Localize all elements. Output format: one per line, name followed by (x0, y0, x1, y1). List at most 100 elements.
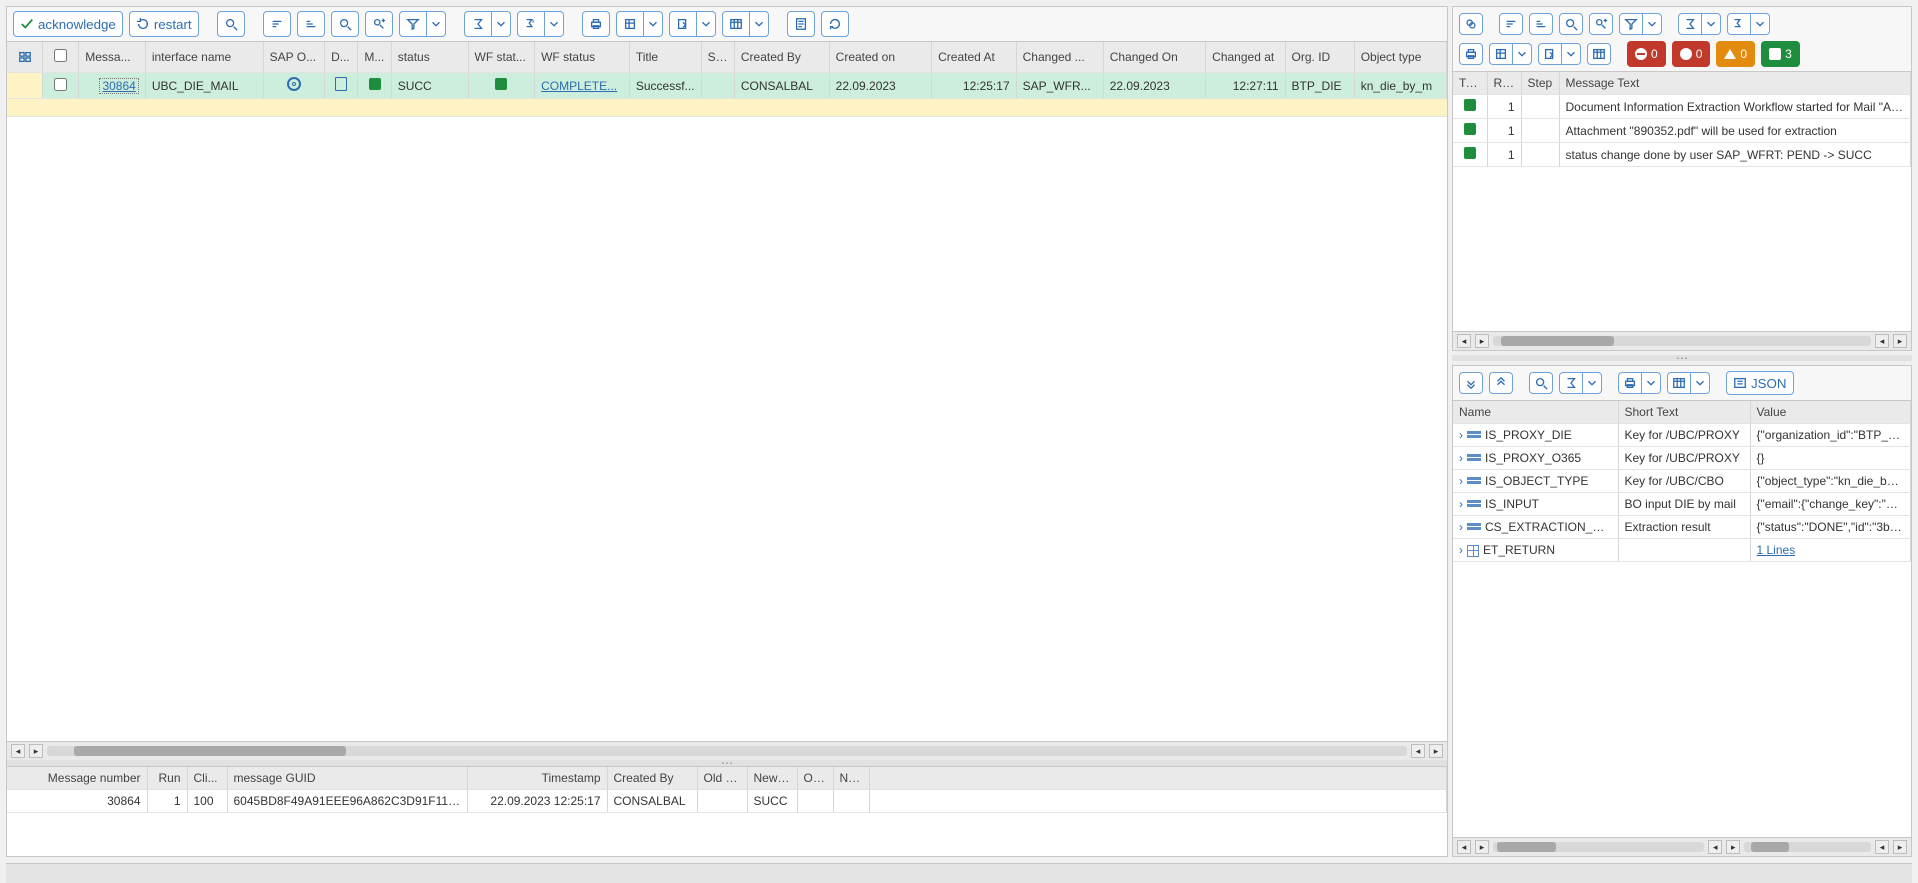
col-sap-obj[interactable]: SAP O... (263, 42, 324, 73)
col-run-newst[interactable]: New st... (747, 767, 797, 790)
col-run-ts[interactable]: Timestamp (467, 767, 607, 790)
payload-row[interactable]: ›IS_PROXY_DIEKey for /UBC/PROXY{"organiz… (1453, 424, 1911, 447)
message-row[interactable]: 30864 UBC_DIE_MAIL SUCC COMPLETE... Succ… (7, 73, 1447, 99)
log-col-type[interactable]: Ty... (1453, 72, 1487, 95)
log-filter-dropdown[interactable] (1619, 11, 1662, 37)
payload-hscroll[interactable]: ◂▸ ◂▸ ◂▸ (1453, 837, 1911, 856)
payload-row[interactable]: ›IS_PROXY_O365Key for /UBC/PROXY{} (1453, 447, 1911, 470)
payload-find[interactable] (1529, 372, 1553, 394)
acknowledge-button[interactable]: acknowledge (13, 11, 123, 37)
payload-col-value[interactable]: Value (1750, 401, 1911, 424)
log-export2-dropdown[interactable] (1538, 41, 1581, 67)
payload-sum-dropdown[interactable] (1559, 370, 1602, 396)
col-status[interactable]: status (391, 42, 468, 73)
log-find-next[interactable] (1589, 13, 1613, 35)
right-splitter[interactable] (1452, 355, 1912, 361)
log-print[interactable] (1459, 43, 1483, 65)
col-interface[interactable]: interface name (145, 42, 263, 73)
col-message-no[interactable]: Messa... (79, 42, 146, 73)
detail-button[interactable] (787, 11, 815, 37)
payload-col-short[interactable]: Short Text (1618, 401, 1750, 424)
payload-layout-dropdown[interactable] (1667, 370, 1710, 396)
log-sort-desc[interactable] (1529, 13, 1553, 35)
log-hscroll[interactable]: ◂▸ ◂▸ (1453, 331, 1911, 350)
col-created-at[interactable]: Created At (932, 42, 1017, 73)
log-sum-dropdown[interactable] (1678, 11, 1721, 37)
payload-row[interactable]: ›IS_OBJECT_TYPEKey for /UBC/CBO{"object_… (1453, 470, 1911, 493)
col-run-guid[interactable]: message GUID (227, 767, 467, 790)
col-st[interactable]: St... (701, 42, 734, 73)
wf-status-link[interactable]: COMPLETE... (541, 79, 617, 93)
log-row[interactable]: 1Document Information Extraction Workflo… (1453, 95, 1911, 119)
badge-abort[interactable]: 0 (1627, 41, 1666, 67)
log-col-text[interactable]: Message Text (1559, 72, 1911, 95)
col-wf-stat[interactable]: WF stat... (468, 42, 535, 73)
expand-icon[interactable]: › (1459, 451, 1463, 465)
log-sort-asc[interactable] (1499, 13, 1523, 35)
collapse-all-button[interactable] (1489, 372, 1513, 394)
col-run-msgno[interactable]: Message number (7, 767, 147, 790)
log-col-run[interactable]: Run (1487, 72, 1521, 95)
expand-icon[interactable]: › (1459, 474, 1463, 488)
refresh-button[interactable] (821, 11, 849, 37)
payload-value-link[interactable]: 1 Lines (1757, 543, 1796, 557)
export2-dropdown[interactable] (669, 11, 716, 37)
log-find[interactable] (1559, 13, 1583, 35)
payload-row[interactable]: ›CS_EXTRACTION_RESUExtraction result{"st… (1453, 516, 1911, 539)
col-run-client[interactable]: Cli... (187, 767, 227, 790)
sort-desc-button[interactable] (297, 11, 325, 37)
expand-icon[interactable]: › (1459, 497, 1463, 511)
search-button[interactable] (217, 11, 245, 37)
col-org-id[interactable]: Org. ID (1285, 42, 1354, 73)
badge-warning[interactable]: 0 (1716, 41, 1755, 67)
col-run-oldst[interactable]: Old st... (697, 767, 747, 790)
print-button[interactable] (582, 11, 610, 37)
expand-icon[interactable]: › (1459, 428, 1463, 442)
col-m[interactable]: M... (358, 42, 391, 73)
log-detail-button[interactable] (1459, 13, 1483, 35)
expand-icon[interactable]: › (1459, 543, 1463, 557)
run-row[interactable]: 30864 1 100 6045BD8F49A91EEE96A862C3D91F… (7, 790, 1447, 813)
left-splitter[interactable] (7, 760, 1447, 766)
find-next-button[interactable] (365, 11, 393, 37)
log-layout[interactable] (1587, 43, 1611, 65)
payload-print-dropdown[interactable] (1618, 370, 1661, 396)
expand-all-button[interactable] (1459, 372, 1483, 394)
badge-error[interactable]: 0 (1672, 41, 1711, 67)
col-object-type[interactable]: Object type (1354, 42, 1446, 73)
col-run-createdby[interactable]: Created By (607, 767, 697, 790)
col-created-by[interactable]: Created By (734, 42, 829, 73)
subtotal-dropdown[interactable]: x (517, 11, 564, 37)
expand-icon[interactable]: › (1459, 520, 1463, 534)
col-created-on[interactable]: Created on (829, 42, 931, 73)
col-changed-on[interactable]: Changed On (1103, 42, 1205, 73)
col-run-ne[interactable]: Ne... (833, 767, 869, 790)
find-button[interactable] (331, 11, 359, 37)
payload-row[interactable]: ›IS_INPUTBO input DIE by mail{"email":{"… (1453, 493, 1911, 516)
col-run-old[interactable]: Old... (797, 767, 833, 790)
log-row[interactable]: 1Attachment "890352.pdf" will be used fo… (1453, 119, 1911, 143)
row-select-checkbox[interactable] (54, 78, 67, 91)
layout-dropdown[interactable] (722, 11, 769, 37)
col-wf-status[interactable]: WF status (535, 42, 630, 73)
log-export-dropdown[interactable] (1489, 41, 1532, 67)
json-button[interactable]: JSON (1726, 371, 1794, 395)
col-run-run[interactable]: Run (147, 767, 187, 790)
log-subtotal-dropdown[interactable] (1727, 11, 1770, 37)
col-changed-by[interactable]: Changed ... (1016, 42, 1103, 73)
message-no-link[interactable]: 30864 (99, 78, 138, 94)
payload-row[interactable]: ›ET_RETURN1 Lines (1453, 539, 1911, 562)
restart-button[interactable]: restart (129, 11, 199, 37)
col-title[interactable]: Title (629, 42, 701, 73)
log-col-step[interactable]: Step (1521, 72, 1559, 95)
sum-dropdown[interactable] (464, 11, 511, 37)
filter-dropdown[interactable] (399, 11, 446, 37)
payload-col-name[interactable]: Name (1453, 401, 1618, 424)
col-changed-at[interactable]: Changed at (1206, 42, 1285, 73)
select-all-checkbox[interactable] (54, 49, 67, 62)
export-dropdown[interactable] (616, 11, 663, 37)
badge-success[interactable]: 3 (1761, 41, 1800, 67)
log-row[interactable]: 1status change done by user SAP_WFRT: PE… (1453, 143, 1911, 167)
col-d[interactable]: D... (325, 42, 358, 73)
grid-settings-icon[interactable] (14, 46, 36, 68)
